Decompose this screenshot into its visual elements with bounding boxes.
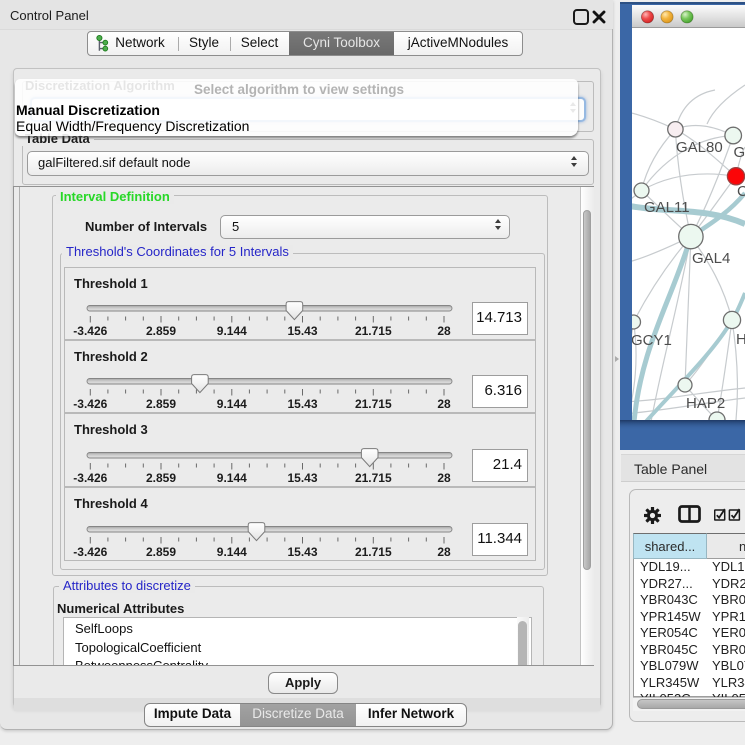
svg-text:HAP2: HAP2 xyxy=(686,395,725,412)
svg-text:C: C xyxy=(737,183,745,200)
svg-text:GAL80: GAL80 xyxy=(676,139,723,156)
svg-text:GAL4: GAL4 xyxy=(692,250,730,267)
svg-text:GA: GA xyxy=(734,144,745,161)
svg-text:GCY1: GCY1 xyxy=(631,332,672,349)
svg-text:GAL11: GAL11 xyxy=(644,199,690,216)
svg-text:HI: HI xyxy=(736,331,745,348)
